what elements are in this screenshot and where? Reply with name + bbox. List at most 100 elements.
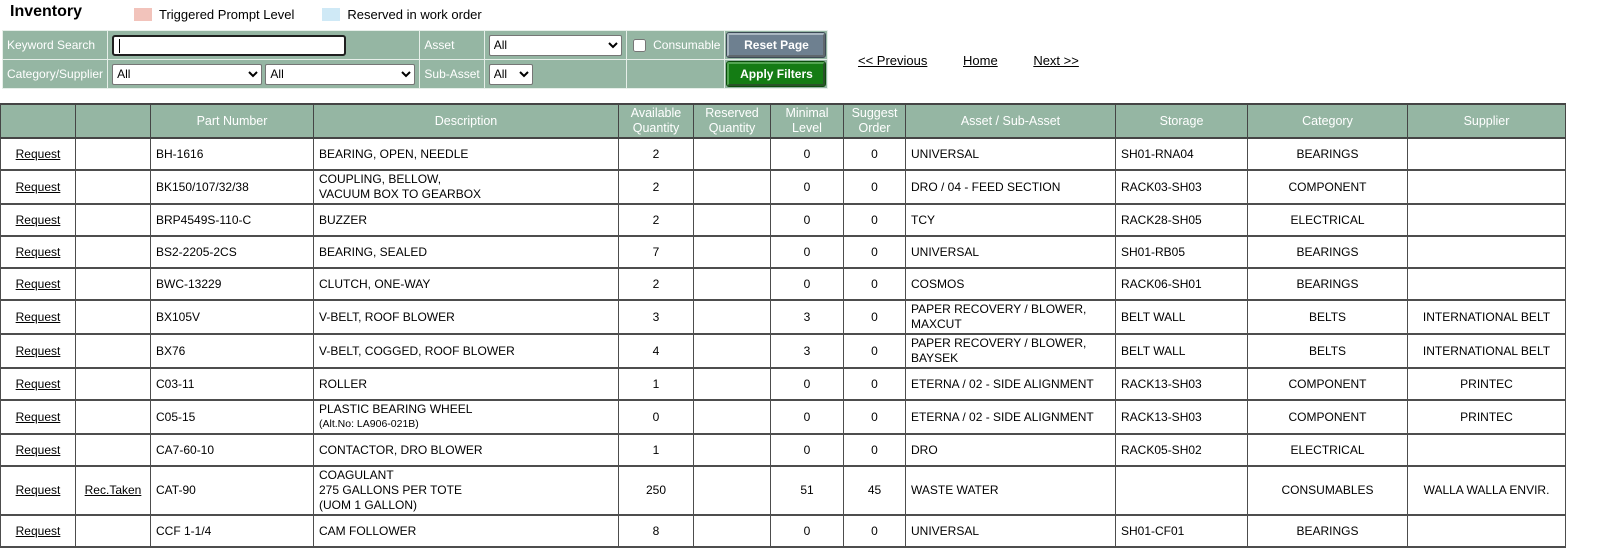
storage-cell: SH01-RNA04 (1116, 138, 1248, 170)
asset-sub-asset-cell: ETERNA / 02 - SIDE ALIGNMENT (906, 368, 1116, 400)
description-cell: BEARING, SEALED (314, 236, 619, 268)
suggest-order-cell: 0 (844, 368, 906, 400)
legend-reserved: Reserved in work order (322, 7, 481, 22)
request-link[interactable]: Request (16, 147, 61, 161)
home-link[interactable]: Home (963, 53, 998, 68)
table-row: Request CA7-60-10 CONTACTOR, DRO BLOWER … (1, 434, 1566, 466)
asset-sub-asset-cell: DRO / 04 - FEED SECTION (906, 170, 1116, 204)
request-link[interactable]: Request (16, 443, 61, 457)
table-row: Request BRP4549S-110-C BUZZER 2 0 0 TCY … (1, 204, 1566, 236)
supplier-cell (1408, 434, 1566, 466)
description-text: BEARING, OPEN, NEEDLE (319, 147, 613, 162)
legend-triggered: Triggered Prompt Level (134, 7, 294, 22)
storage-cell: BELT WALL (1116, 334, 1248, 368)
storage-cell: RACK13-SH03 (1116, 368, 1248, 400)
reset-page-button[interactable]: Reset Page (727, 33, 825, 57)
reserved-quantity-cell (694, 466, 771, 515)
part-number-cell: BWC-13229 (151, 268, 314, 300)
category-cell: BELTS (1248, 300, 1408, 334)
description-text: BEARING, SEALED (319, 245, 613, 260)
request-link[interactable]: Request (16, 377, 61, 391)
supplier-cell: PRINTEC (1408, 400, 1566, 434)
description-cell: BEARING, OPEN, NEEDLE (314, 138, 619, 170)
description-text: CAM FOLLOWER (319, 524, 613, 539)
reserved-quantity-cell (694, 334, 771, 368)
column-header: Part Number (151, 104, 314, 138)
category-cell: COMPONENT (1248, 368, 1408, 400)
category-cell: BEARINGS (1248, 515, 1408, 547)
column-header: Category (1248, 104, 1408, 138)
asset-sub-asset-cell: UNIVERSAL (906, 236, 1116, 268)
available-quantity-cell: 250 (619, 466, 694, 515)
minimal-level-cell: 0 (771, 434, 844, 466)
column-header (76, 104, 151, 138)
suggest-order-cell: 0 (844, 204, 906, 236)
keyword-search-input[interactable] (112, 35, 346, 56)
description-text: CLUTCH, ONE-WAY (319, 277, 613, 292)
rec-taken-link[interactable]: Rec.Taken (85, 483, 142, 497)
description-text: BUZZER (319, 213, 613, 228)
request-link[interactable]: Request (16, 213, 61, 227)
asset-sub-asset-cell: PAPER RECOVERY / BLOWER, MAXCUT (906, 300, 1116, 334)
supplier-cell: PRINTEC (1408, 368, 1566, 400)
minimal-level-cell: 51 (771, 466, 844, 515)
supplier-cell (1408, 236, 1566, 268)
reserved-quantity-cell (694, 300, 771, 334)
request-link[interactable]: Request (16, 524, 61, 538)
sub-asset-label: Sub-Asset (420, 60, 484, 89)
asset-select[interactable]: All (489, 35, 622, 56)
description-cell: COAGULANT 275 GALLONS PER TOTE (UOM 1 GA… (314, 466, 619, 515)
sub-asset-select[interactable]: All (489, 64, 533, 85)
available-quantity-cell: 2 (619, 268, 694, 300)
pagination-nav: << Previous Home Next >> (858, 53, 1111, 68)
asset-sub-asset-cell: DRO (906, 434, 1116, 466)
part-number-cell: BK150/107/32/38 (151, 170, 314, 204)
suggest-order-cell: 0 (844, 138, 906, 170)
next-link[interactable]: Next >> (1033, 53, 1079, 68)
category-select[interactable]: All (112, 64, 262, 85)
table-row: Request BWC-13229 CLUTCH, ONE-WAY 2 0 0 … (1, 268, 1566, 300)
description-cell: V-BELT, COGGED, ROOF BLOWER (314, 334, 619, 368)
supplier-cell (1408, 204, 1566, 236)
available-quantity-cell: 4 (619, 334, 694, 368)
previous-link[interactable]: << Previous (858, 53, 927, 68)
column-header: Storage (1116, 104, 1248, 138)
part-number-cell: C03-11 (151, 368, 314, 400)
minimal-level-cell: 0 (771, 236, 844, 268)
table-row: Request BX105V V-BELT, ROOF BLOWER 3 3 0… (1, 300, 1566, 334)
table-row: Request C05-15 PLASTIC BEARING WHEEL (Al… (1, 400, 1566, 434)
part-number-cell: CA7-60-10 (151, 434, 314, 466)
reserved-quantity-cell (694, 170, 771, 204)
filter-bar: Keyword Search Asset All Consumable Rese… (2, 30, 828, 89)
apply-filters-button[interactable]: Apply Filters (727, 62, 825, 86)
keyword-search-label: Keyword Search (3, 31, 108, 60)
request-link[interactable]: Request (16, 344, 61, 358)
request-link[interactable]: Request (16, 410, 61, 424)
reserved-quantity-cell (694, 515, 771, 547)
request-link[interactable]: Request (16, 310, 61, 324)
suggest-order-cell: 0 (844, 515, 906, 547)
reserved-quantity-cell (694, 434, 771, 466)
asset-sub-asset-cell: TCY (906, 204, 1116, 236)
storage-cell: BELT WALL (1116, 300, 1248, 334)
storage-cell: RACK06-SH01 (1116, 268, 1248, 300)
minimal-level-cell: 0 (771, 400, 844, 434)
minimal-level-cell: 0 (771, 170, 844, 204)
request-link[interactable]: Request (16, 483, 61, 497)
suggest-order-cell: 0 (844, 434, 906, 466)
category-cell: BEARINGS (1248, 236, 1408, 268)
minimal-level-cell: 0 (771, 204, 844, 236)
part-number-cell: BS2-2205-2CS (151, 236, 314, 268)
request-link[interactable]: Request (16, 180, 61, 194)
supplier-select[interactable]: All (265, 64, 415, 85)
table-row: Request C03-11 ROLLER 1 0 0 ETERNA / 02 … (1, 368, 1566, 400)
category-cell: BEARINGS (1248, 268, 1408, 300)
category-cell: COMPONENT (1248, 400, 1408, 434)
available-quantity-cell: 7 (619, 236, 694, 268)
minimal-level-cell: 3 (771, 300, 844, 334)
category-cell: BELTS (1248, 334, 1408, 368)
request-link[interactable]: Request (16, 245, 61, 259)
consumable-checkbox[interactable] (633, 39, 646, 52)
request-link[interactable]: Request (16, 277, 61, 291)
description-cell: BUZZER (314, 204, 619, 236)
